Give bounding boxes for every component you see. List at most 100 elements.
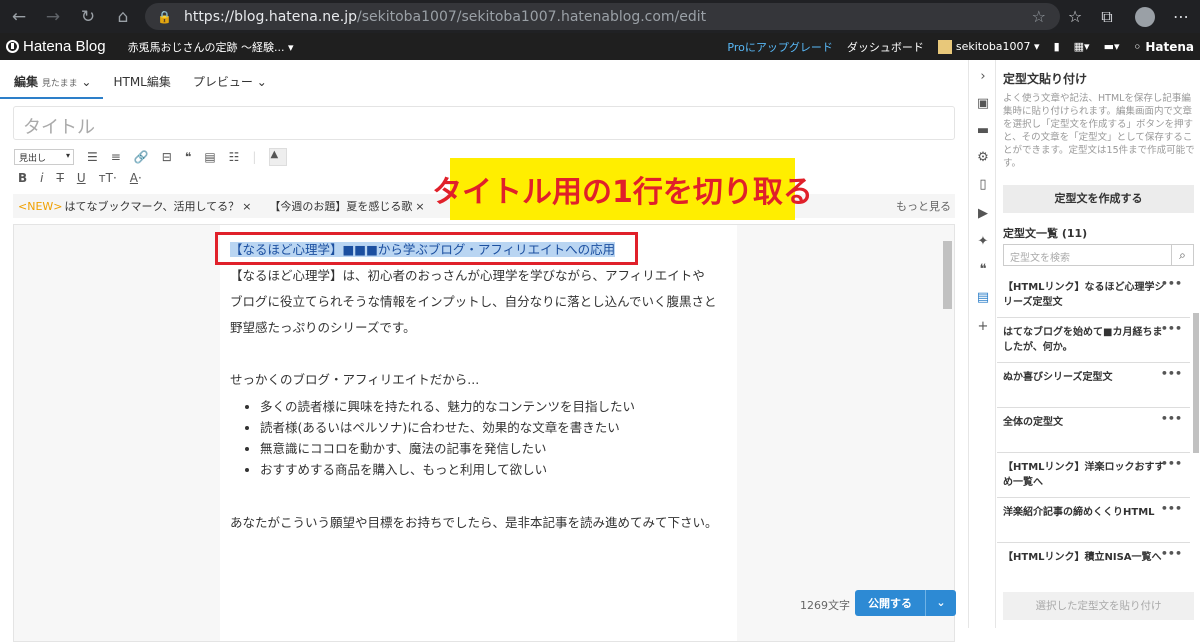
dashboard-link[interactable]: ダッシュボード [847,39,924,55]
more-icon[interactable]: ••• [1161,456,1182,471]
publish-label: 公開する [868,597,912,610]
apps-grid-icon[interactable]: ▦▾ [1074,40,1090,53]
tab-edit-label: 編集 [14,75,39,89]
numbered-list-icon[interactable]: ≡ [111,150,121,164]
profile-avatar[interactable] [1132,0,1158,33]
more-icon[interactable]: ••• [1161,546,1182,561]
url-path: /sekitoba1007/sekitoba1007.hatenablog.co… [356,8,707,25]
content-editor[interactable]: 【なるほど心理学】■■■から学ぶブログ・アフィリエイトへの応用 【なるほど心理学… [13,224,955,642]
blog-name-menu[interactable]: 赤兎馬おじさんの定跡 ～経験... ▾ [128,39,294,55]
paragraph-3: あなたがこういう願望や目標をお持ちでしたら、是非本記事を読み進めてみて下さい。 [230,515,718,530]
quote-icon[interactable]: ❝ [974,261,992,279]
collections-icon[interactable]: ⧉ [1094,0,1120,33]
template-list: 【HTMLリンク】なるほど心理学シリーズ定型文 ••• はてなブログを始めて■カ月… [997,273,1190,583]
chevron-down-icon[interactable]: ⌄ [925,590,956,616]
list-item-label: 【HTMLリンク】積立NISA一覧へ [1003,552,1162,563]
list-item: 読者様(あるいはペルソナ)に合わせた、効果的な文章を書きたい [260,417,727,438]
sidebar-scrollbar[interactable] [1192,273,1200,583]
text-size-icon[interactable]: ᴛT· [99,171,117,185]
link-icon[interactable]: 🔗 [134,150,149,164]
close-icon[interactable]: × [415,200,424,213]
user-name: sekitoba1007 [955,39,1031,53]
tab-edit[interactable]: 編集 見たまま ⌄ [0,72,105,99]
selection-highlight-box [215,232,638,265]
template-list-header: 定型文一覧 (11) [1003,227,1088,240]
twitter-icon[interactable]: ✦ [974,233,992,251]
strikethrough-icon[interactable]: T [57,171,64,185]
clipboard-icon[interactable]: ▤ [974,289,992,307]
scroll-thumb[interactable] [943,241,952,309]
image-icon[interactable]: ▣ [974,95,992,113]
list-item[interactable]: 【HTMLリンク】洋楽ロックおすすめ一覧へ ••• [997,453,1190,498]
bullet-list-icon[interactable]: ☰ [87,150,98,164]
quote-icon[interactable]: ❝ [185,150,191,164]
folder-icon[interactable]: ▬ [974,122,992,140]
more-icon[interactable]: ••• [1161,501,1182,516]
bold-icon[interactable]: B [18,171,27,185]
search-icon[interactable]: ⌕ [1171,245,1193,265]
bookmark-icon[interactable]: ▮ [1054,40,1060,53]
paragraph-1-line-1: 【なるほど心理学】は、初心者のおっさんが心理学を学びながら、アフィリエイトや [230,268,705,283]
scroll-thumb[interactable] [1193,313,1199,453]
italic-icon[interactable]: i [40,171,43,185]
gear-icon[interactable]: ⚙ [974,149,992,167]
menu-icon[interactable]: ⋯ [1168,0,1194,33]
more-icon[interactable]: ••• [1161,321,1182,336]
more-icon[interactable]: ••• [1161,411,1182,426]
home-icon[interactable]: ⌂ [108,0,138,33]
chevron-right-icon[interactable]: › [974,68,992,86]
more-icon[interactable]: ⊟ [162,150,172,164]
news-item-1[interactable]: はてなブックマーク、活用してる？ [65,198,240,214]
paste-template-button[interactable]: 選択した定型文を貼り付け [1003,592,1194,620]
editor-page[interactable]: 【なるほど心理学】■■■から学ぶブログ・アフィリエイトへの応用 【なるほど心理学… [220,225,737,641]
text-color-icon[interactable]: A· [130,171,142,185]
format-select[interactable]: 見出し [14,149,74,165]
list-item[interactable]: 洋楽紹介記事の締めくくりHTML ••• [997,498,1190,543]
user-menu[interactable]: sekitoba1007 ▾ [937,39,1040,54]
back-icon[interactable]: ← [4,0,34,33]
table-icon[interactable]: ▤ [204,150,215,164]
paragraph-icon[interactable]: ☷ [229,150,240,164]
editor-area: 編集 見たまま ⌄ HTML編集 プレビュー ⌄ タイトル 見出し ☰ ≡ 🔗 … [0,60,968,642]
collapse-toolbar-icon[interactable]: ▲ [269,148,288,166]
youtube-icon[interactable]: ▶ [974,205,992,223]
create-template-button[interactable]: 定型文を作成する [1003,185,1194,213]
search-placeholder: 定型文を検索 [1010,253,1070,264]
list-item-label: 【HTMLリンク】洋楽ロックおすすめ一覧へ [1003,462,1165,488]
news-item-2[interactable]: 【今週のお題】夏を感じる歌 [269,198,412,214]
pro-upgrade-link[interactable]: Proにアップグレード [727,39,832,55]
logo-text: Hatena Blog [23,38,106,55]
tab-preview[interactable]: プレビュー ⌄ [193,72,267,96]
editor-tabs: 編集 見たまま ⌄ HTML編集 プレビュー ⌄ [0,72,289,99]
forward-icon[interactable]: → [38,0,68,33]
more-icon[interactable]: ••• [1161,366,1182,381]
notification-icon[interactable]: ▬▾ [1104,40,1120,53]
title-input[interactable]: タイトル [13,106,955,140]
hatena-blog-logo[interactable]: Hatena Blog [6,38,106,55]
tab-html-label: HTML編集 [113,75,171,89]
favorites-icon[interactable]: ☆ [1062,0,1088,33]
list-item[interactable]: 【HTMLリンク】なるほど心理学シリーズ定型文 ••• [997,273,1190,318]
list-item[interactable]: 【HTMLリンク】積立NISA一覧へ ••• [997,543,1190,583]
lock-icon: 🔒 [157,9,172,24]
editor-scrollbar[interactable] [942,235,953,633]
bullet-list: 多くの読者様に興味を持たれる、魅力的なコンテンツを目指したい 読者様(あるいはペ… [260,396,727,480]
reload-icon[interactable]: ↻ [73,0,103,33]
close-icon[interactable]: × [242,200,251,213]
plus-icon[interactable]: + [974,318,992,336]
more-icon[interactable]: ••• [1161,276,1182,291]
publish-button[interactable]: 公開する ⌄ [855,590,956,616]
more-link[interactable]: もっと見る [896,198,951,214]
template-search-input[interactable]: 定型文を検索 ⌕ [1003,244,1194,266]
list-item[interactable]: ぬか喜びシリーズ定型文 ••• [997,363,1190,408]
list-item[interactable]: はてなブログを始めて■カ月経ちましたが、何か。 ••• [997,318,1190,363]
list-item[interactable]: 全体の定型文 ••• [997,408,1190,453]
document-icon[interactable]: ▯ [974,176,992,194]
user-avatar [937,39,952,54]
underline-icon[interactable]: U [77,171,86,185]
address-bar[interactable]: 🔒 https://blog.hatena.ne.jp/sekitoba1007… [145,3,1060,30]
paragraph-1-line-3: 野望感たっぷりのシリーズです。 [230,320,416,335]
hatena-logo[interactable]: ◦ Hatena [1133,40,1194,54]
bookmark-star-icon[interactable]: ☆ [1032,7,1046,26]
tab-html[interactable]: HTML編集 [113,72,170,96]
